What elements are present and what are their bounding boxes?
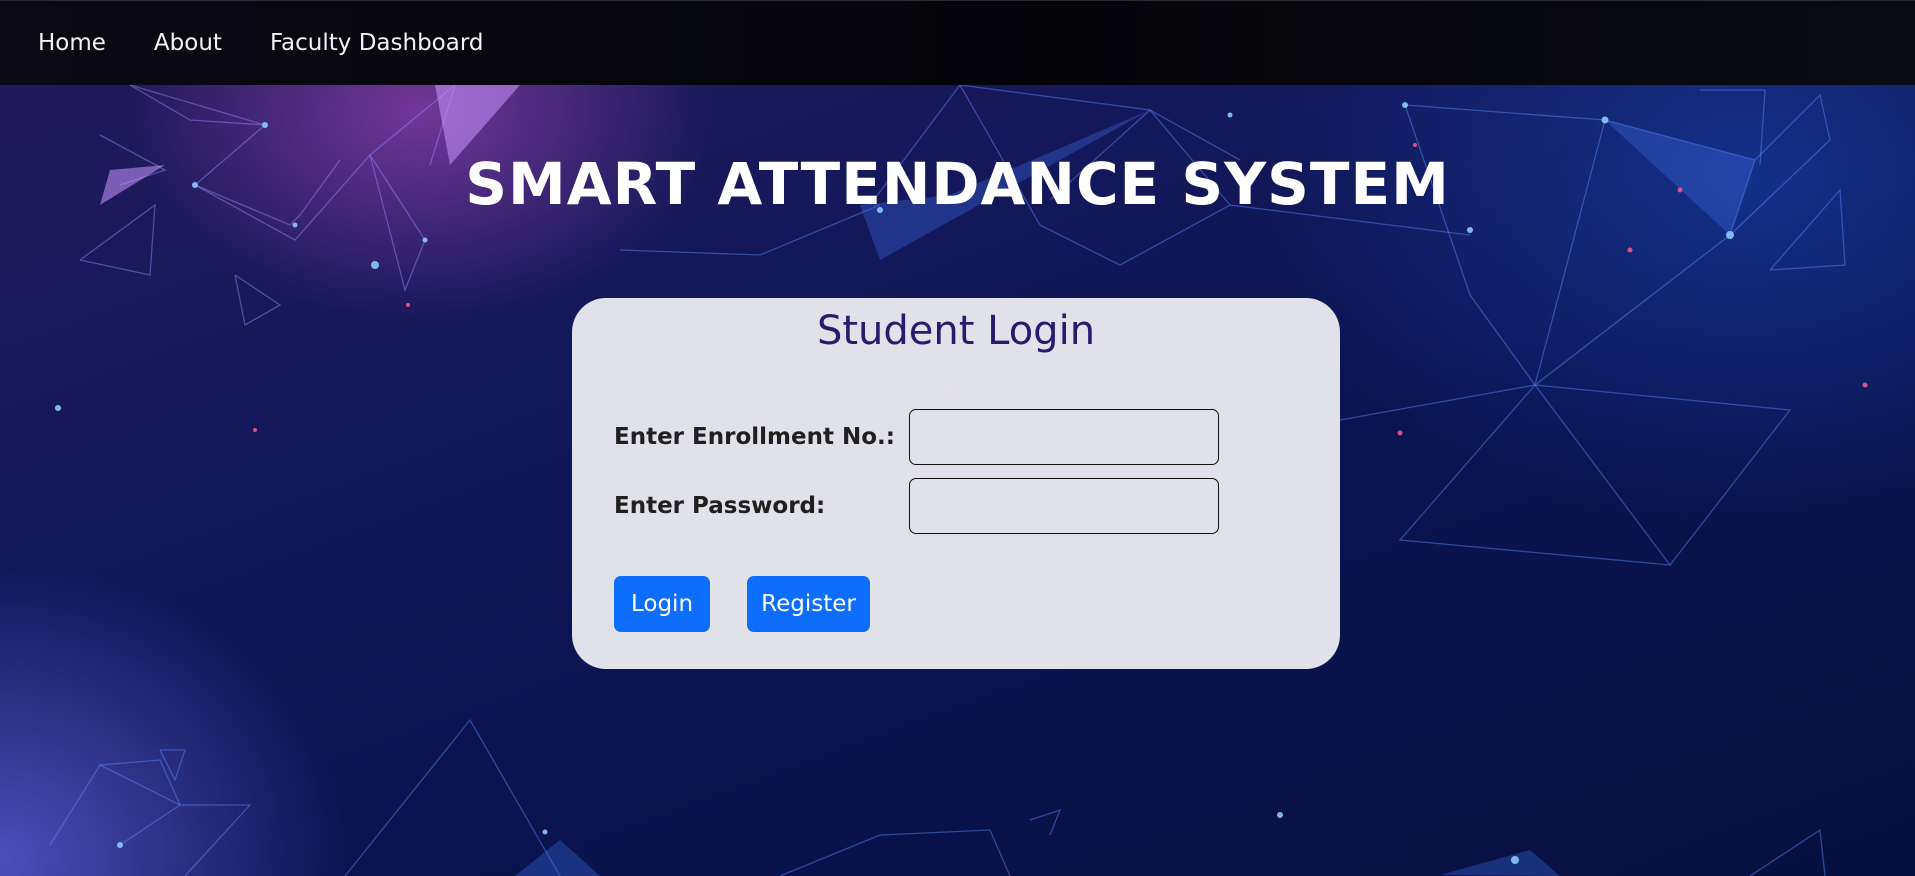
register-button[interactable]: Register: [747, 576, 870, 632]
enrollment-label: Enter Enrollment No.:: [614, 424, 895, 450]
page-background: Home About Faculty Dashboard SMART ATTEN…: [0, 0, 1915, 876]
enrollment-input[interactable]: [909, 409, 1219, 465]
password-input[interactable]: [909, 478, 1219, 534]
page-title: SMART ATTENDANCE SYSTEM: [465, 150, 1450, 218]
top-navbar: Home About Faculty Dashboard: [0, 0, 1915, 85]
login-button[interactable]: Login: [614, 576, 710, 632]
nav-link-faculty-dashboard[interactable]: Faculty Dashboard: [270, 30, 484, 56]
login-card-heading: Student Login: [816, 308, 1096, 354]
nav-link-about[interactable]: About: [154, 30, 222, 56]
student-login-card: Student Login Enter Enrollment No.: Ente…: [572, 298, 1340, 669]
password-label: Enter Password:: [614, 493, 826, 519]
nav-link-home[interactable]: Home: [38, 30, 106, 56]
